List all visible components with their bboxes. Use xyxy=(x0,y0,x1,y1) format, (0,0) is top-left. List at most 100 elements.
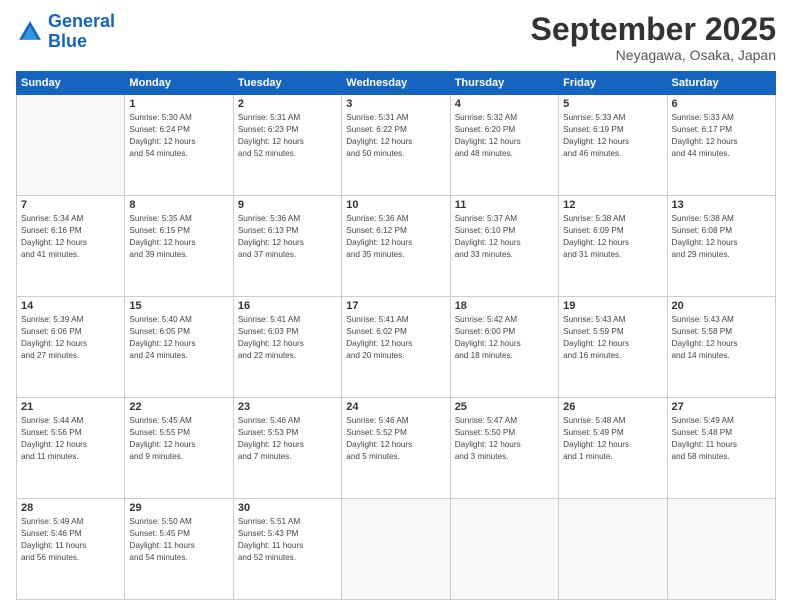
calendar-table: SundayMondayTuesdayWednesdayThursdayFrid… xyxy=(16,71,776,600)
day-info: Sunrise: 5:36 AMSunset: 6:12 PMDaylight:… xyxy=(346,213,445,261)
day-number: 13 xyxy=(672,199,771,211)
day-cell: 30 Sunrise: 5:51 AMSunset: 5:43 PMDayligh… xyxy=(233,499,341,600)
day-cell: 15 Sunrise: 5:40 AMSunset: 6:05 PMDayligh… xyxy=(125,297,233,398)
day-number: 18 xyxy=(455,300,554,312)
day-cell: 6Sunrise: 5:33 AMSunset: 6:17 PMDaylight… xyxy=(667,95,775,196)
day-info: Sunrise: 5:46 AMSunset: 5:52 PMDaylight:… xyxy=(346,415,445,463)
day-number: 7 xyxy=(21,199,120,211)
day-number: 10 xyxy=(346,199,445,211)
day-number: 21 xyxy=(21,401,120,413)
day-info: Sunrise: 5:34 AMSunset: 6:16 PMDaylight:… xyxy=(21,213,120,261)
day-info: Sunrise: 5:33 AMSunset: 6:19 PMDaylight:… xyxy=(563,112,662,160)
day-number: 25 xyxy=(455,401,554,413)
week-row-2: 14 Sunrise: 5:39 AMSunset: 6:06 PMDayligh… xyxy=(17,297,776,398)
day-cell xyxy=(17,95,125,196)
day-number: 30 xyxy=(238,502,337,514)
col-header-sunday: Sunday xyxy=(17,72,125,95)
day-info: Sunrise: 5:37 AMSunset: 6:10 PMDaylight:… xyxy=(455,213,554,261)
title-block: September 2025 Neyagawa, Osaka, Japan xyxy=(531,12,776,63)
day-number: 24 xyxy=(346,401,445,413)
day-number: 12 xyxy=(563,199,662,211)
logo: General Blue xyxy=(16,12,115,52)
day-number: 26 xyxy=(563,401,662,413)
day-number: 14 xyxy=(21,300,120,312)
day-info: Sunrise: 5:43 AMSunset: 5:59 PMDaylight:… xyxy=(563,314,662,362)
logo-text: General Blue xyxy=(48,12,115,52)
day-info: Sunrise: 5:38 AMSunset: 6:09 PMDaylight:… xyxy=(563,213,662,261)
day-number: 11 xyxy=(455,199,554,211)
day-cell: 7 Sunrise: 5:34 AMSunset: 6:16 PMDaylight… xyxy=(17,196,125,297)
day-cell: 3 Sunrise: 5:31 AMSunset: 6:22 PMDaylight… xyxy=(342,95,450,196)
day-info: Sunrise: 5:35 AMSunset: 6:15 PMDaylight:… xyxy=(129,213,228,261)
day-number: 15 xyxy=(129,300,228,312)
day-info: Sunrise: 5:32 AMSunset: 6:20 PMDaylight:… xyxy=(455,112,554,160)
day-cell: 16 Sunrise: 5:41 AMSunset: 6:03 PMDayligh… xyxy=(233,297,341,398)
day-number: 17 xyxy=(346,300,445,312)
day-info: Sunrise: 5:41 AMSunset: 6:03 PMDaylight:… xyxy=(238,314,337,362)
day-cell: 23 Sunrise: 5:46 AMSunset: 5:53 PMDayligh… xyxy=(233,398,341,499)
logo-general: General xyxy=(48,11,115,31)
day-info: Sunrise: 5:44 AMSunset: 5:56 PMDaylight:… xyxy=(21,415,120,463)
day-info: Sunrise: 5:42 AMSunset: 6:00 PMDaylight:… xyxy=(455,314,554,362)
day-info: Sunrise: 5:31 AMSunset: 6:23 PMDaylight:… xyxy=(238,112,337,160)
day-cell: 2Sunrise: 5:31 AMSunset: 6:23 PMDaylight… xyxy=(233,95,341,196)
day-info: Sunrise: 5:41 AMSunset: 6:02 PMDaylight:… xyxy=(346,314,445,362)
day-cell: 22Sunrise: 5:45 AMSunset: 5:55 PMDayligh… xyxy=(125,398,233,499)
day-info: Sunrise: 5:38 AMSunset: 6:08 PMDaylight:… xyxy=(672,213,771,261)
col-header-monday: Monday xyxy=(125,72,233,95)
week-row-3: 21 Sunrise: 5:44 AMSunset: 5:56 PMDayligh… xyxy=(17,398,776,499)
day-cell: 28Sunrise: 5:49 AMSunset: 5:46 PMDayligh… xyxy=(17,499,125,600)
day-info: Sunrise: 5:51 AMSunset: 5:43 PMDaylight:… xyxy=(238,516,337,564)
page: General Blue September 2025 Neyagawa, Os… xyxy=(0,0,792,612)
day-info: Sunrise: 5:49 AMSunset: 5:48 PMDaylight:… xyxy=(672,415,771,463)
day-info: Sunrise: 5:36 AMSunset: 6:13 PMDaylight:… xyxy=(238,213,337,261)
day-cell: 18 Sunrise: 5:42 AMSunset: 6:00 PMDayligh… xyxy=(450,297,558,398)
day-cell: 20 Sunrise: 5:43 AMSunset: 5:58 PMDayligh… xyxy=(667,297,775,398)
week-row-4: 28Sunrise: 5:49 AMSunset: 5:46 PMDayligh… xyxy=(17,499,776,600)
day-number: 28 xyxy=(21,502,120,514)
day-cell: 1Sunrise: 5:30 AMSunset: 6:24 PMDaylight… xyxy=(125,95,233,196)
day-number: 3 xyxy=(346,98,445,110)
calendar-header-row: SundayMondayTuesdayWednesdayThursdayFrid… xyxy=(17,72,776,95)
day-info: Sunrise: 5:30 AMSunset: 6:24 PMDaylight:… xyxy=(129,112,228,160)
day-info: Sunrise: 5:47 AMSunset: 5:50 PMDaylight:… xyxy=(455,415,554,463)
col-header-friday: Friday xyxy=(559,72,667,95)
logo-blue: Blue xyxy=(48,31,87,51)
day-cell: 8Sunrise: 5:35 AMSunset: 6:15 PMDaylight… xyxy=(125,196,233,297)
day-cell: 21 Sunrise: 5:44 AMSunset: 5:56 PMDayligh… xyxy=(17,398,125,499)
day-info: Sunrise: 5:46 AMSunset: 5:53 PMDaylight:… xyxy=(238,415,337,463)
day-number: 4 xyxy=(455,98,554,110)
day-cell xyxy=(450,499,558,600)
day-number: 27 xyxy=(672,401,771,413)
day-number: 23 xyxy=(238,401,337,413)
col-header-tuesday: Tuesday xyxy=(233,72,341,95)
day-cell: 25 Sunrise: 5:47 AMSunset: 5:50 PMDayligh… xyxy=(450,398,558,499)
day-cell: 19Sunrise: 5:43 AMSunset: 5:59 PMDayligh… xyxy=(559,297,667,398)
day-cell: 24 Sunrise: 5:46 AMSunset: 5:52 PMDayligh… xyxy=(342,398,450,499)
day-number: 6 xyxy=(672,98,771,110)
col-header-saturday: Saturday xyxy=(667,72,775,95)
day-info: Sunrise: 5:40 AMSunset: 6:05 PMDaylight:… xyxy=(129,314,228,362)
month-title: September 2025 xyxy=(531,12,776,47)
day-cell: 4 Sunrise: 5:32 AMSunset: 6:20 PMDaylight… xyxy=(450,95,558,196)
day-info: Sunrise: 5:45 AMSunset: 5:55 PMDaylight:… xyxy=(129,415,228,463)
day-info: Sunrise: 5:43 AMSunset: 5:58 PMDaylight:… xyxy=(672,314,771,362)
logo-icon xyxy=(16,18,44,46)
day-number: 20 xyxy=(672,300,771,312)
day-cell: 13 Sunrise: 5:38 AMSunset: 6:08 PMDayligh… xyxy=(667,196,775,297)
day-cell: 29 Sunrise: 5:50 AMSunset: 5:45 PMDayligh… xyxy=(125,499,233,600)
day-number: 29 xyxy=(129,502,228,514)
header: General Blue September 2025 Neyagawa, Os… xyxy=(16,12,776,63)
col-header-wednesday: Wednesday xyxy=(342,72,450,95)
day-cell: 5Sunrise: 5:33 AMSunset: 6:19 PMDaylight… xyxy=(559,95,667,196)
day-info: Sunrise: 5:39 AMSunset: 6:06 PMDaylight:… xyxy=(21,314,120,362)
day-info: Sunrise: 5:31 AMSunset: 6:22 PMDaylight:… xyxy=(346,112,445,160)
day-cell xyxy=(559,499,667,600)
day-cell: 26Sunrise: 5:48 AMSunset: 5:49 PMDayligh… xyxy=(559,398,667,499)
day-number: 16 xyxy=(238,300,337,312)
week-row-0: 1Sunrise: 5:30 AMSunset: 6:24 PMDaylight… xyxy=(17,95,776,196)
day-cell: 10 Sunrise: 5:36 AMSunset: 6:12 PMDayligh… xyxy=(342,196,450,297)
location: Neyagawa, Osaka, Japan xyxy=(531,47,776,63)
day-info: Sunrise: 5:50 AMSunset: 5:45 PMDaylight:… xyxy=(129,516,228,564)
col-header-thursday: Thursday xyxy=(450,72,558,95)
